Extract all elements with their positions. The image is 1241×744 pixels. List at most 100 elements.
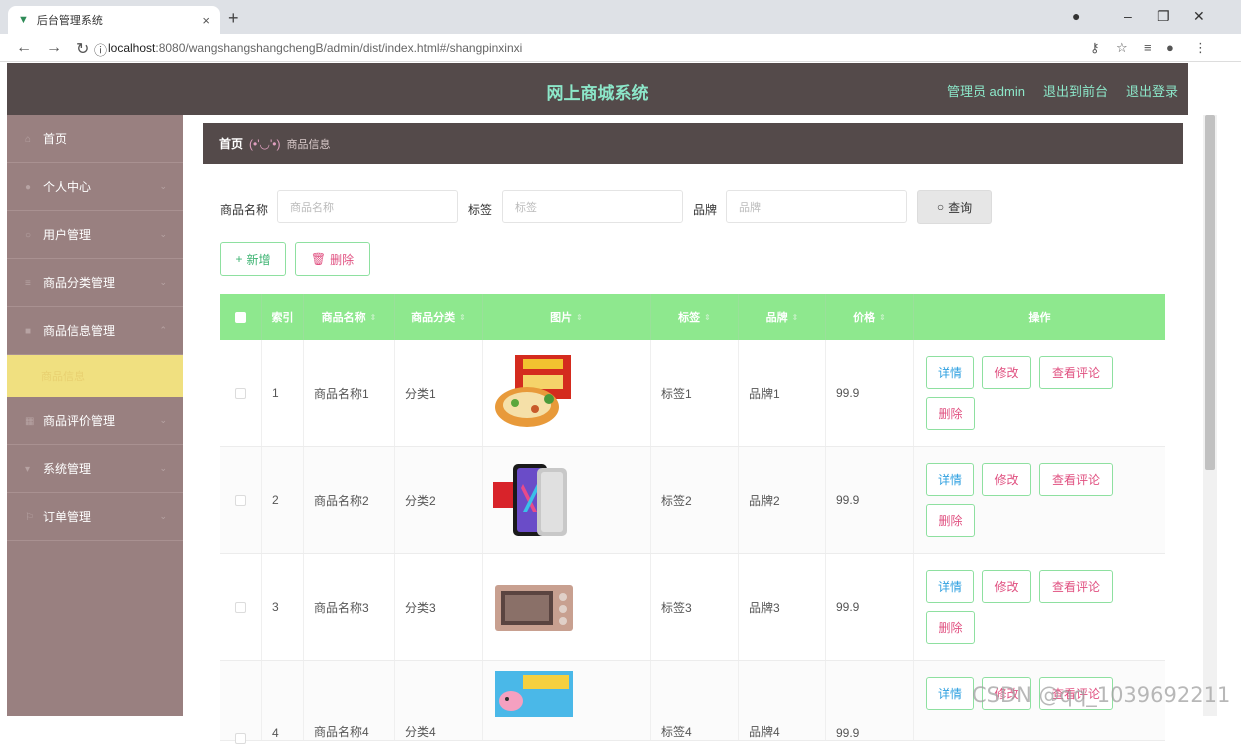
back-icon[interactable]: ← [16, 39, 32, 57]
col-label: 品牌 [765, 312, 788, 324]
query-button[interactable]: ○ 查询 [917, 190, 992, 224]
delete-button[interactable]: 🗑 删除 [295, 242, 370, 276]
col-category[interactable]: 商品分类 ⇕ [395, 294, 483, 340]
sort-icon[interactable]: ⇕ [370, 313, 377, 322]
price-cell: 99.9 [826, 447, 914, 553]
sidebar-subitem-product-info[interactable]: 商品信息 [7, 355, 183, 397]
sidebar-item-label: 订单管理 [43, 510, 92, 524]
star-icon[interactable]: ☆ [1116, 40, 1128, 56]
box-icon: ■ [25, 325, 32, 337]
sidebar-item-category[interactable]: ≡ 商品分类管理 ⌄ [7, 259, 183, 307]
sidebar-item-profile[interactable]: ● 个人中心 ⌄ [7, 163, 183, 211]
users-icon: ○ [25, 229, 32, 241]
info-icon[interactable]: ⓘ [94, 40, 107, 59]
reload-icon[interactable]: ↻ [76, 39, 89, 59]
close-tab-icon[interactable]: × [202, 13, 210, 28]
product-image-toy-box[interactable] [493, 667, 575, 717]
table-row[interactable]: 1 商品名称1 分类1 标签1 品牌1 99.9 详情 修改 查看评论 删除 [220, 340, 1165, 447]
col-label: 标签 [678, 312, 701, 324]
table-row[interactable]: 3 商品名称3 分类3 标签3 品牌3 99.9 详情 修改 查看评论 删除 [220, 554, 1165, 661]
row-checkbox[interactable] [235, 733, 246, 744]
row-checkbox[interactable] [235, 494, 246, 506]
tag-cell: 标签3 [651, 554, 739, 660]
sort-icon[interactable]: ⇕ [792, 313, 799, 322]
view-reviews-button[interactable]: 查看评论 [1039, 570, 1113, 603]
operations-group: 详情 修改 查看评论 删除 [914, 356, 1114, 430]
sort-icon[interactable]: ⇕ [704, 313, 711, 322]
category-cell: 分类2 [395, 447, 483, 553]
sidebar-item-product-info[interactable]: ■ 商品信息管理 ⌃ [7, 307, 183, 355]
sort-icon[interactable]: ⇕ [459, 313, 466, 322]
row-checkbox[interactable] [235, 387, 246, 399]
col-brand[interactable]: 品牌 ⇕ [739, 294, 826, 340]
key-icon[interactable]: ⚷ [1090, 40, 1100, 56]
row-select-cell [220, 447, 262, 553]
brand-input[interactable]: 品牌 [726, 190, 907, 223]
product-image-oven[interactable] [493, 577, 575, 637]
category-cell: 分类1 [395, 340, 483, 446]
row-delete-button[interactable]: 删除 [926, 611, 975, 644]
back-to-front-link[interactable]: 退出到前台 [1043, 81, 1108, 100]
product-name-input[interactable]: 商品名称 [277, 190, 458, 223]
price-cell: 99.9 [826, 340, 914, 446]
detail-button[interactable]: 详情 [926, 463, 974, 496]
detail-button[interactable]: 详情 [926, 570, 974, 603]
logout-link[interactable]: 退出登录 [1126, 81, 1178, 100]
forward-icon[interactable]: → [46, 39, 62, 57]
sort-icon[interactable]: ⇕ [879, 313, 886, 322]
row-delete-button[interactable]: 删除 [926, 397, 975, 430]
product-image-noodles[interactable] [493, 353, 575, 433]
sidebar-item-label: 商品分类管理 [43, 276, 116, 290]
edit-button[interactable]: 修改 [982, 356, 1031, 389]
sidebar-item-label: 首页 [43, 132, 68, 146]
profile-dot-icon[interactable]: ● [1072, 8, 1080, 24]
view-reviews-button[interactable]: 查看评论 [1039, 356, 1113, 389]
col-tag[interactable]: 标签 ⇕ [651, 294, 739, 340]
product-image-phone[interactable] [493, 460, 575, 540]
detail-button[interactable]: 详情 [926, 677, 974, 710]
header-links: 管理员 admin 退出到前台 退出登录 [947, 81, 1178, 100]
account-icon[interactable]: ● [1166, 40, 1174, 55]
col-image[interactable]: 图片 ⇕ [483, 294, 651, 340]
sidebar-item-reviews[interactable]: ▦ 商品评价管理 ⌄ [7, 397, 183, 445]
url-host: localhost [108, 41, 156, 55]
minimize-icon[interactable]: – [1124, 8, 1132, 24]
table-row[interactable]: 2 商品名称2 分类2 标签2 品牌2 99.9 详情 修改 查看评论 删除 [220, 447, 1165, 554]
edit-button[interactable]: 修改 [982, 570, 1031, 603]
sidebar-item-users[interactable]: ○ 用户管理 ⌄ [7, 211, 183, 259]
page-scrollbar[interactable] [1203, 115, 1217, 716]
brand-cell: 品牌4 [739, 661, 826, 740]
row-checkbox[interactable] [235, 601, 246, 613]
reading-list-icon[interactable]: ≡ [1144, 40, 1152, 55]
sidebar-item-home[interactable]: ⌂ 首页 [7, 115, 183, 163]
menu-icon[interactable]: ⋮ [1194, 40, 1207, 56]
select-all-checkbox[interactable] [235, 311, 246, 323]
close-window-icon[interactable]: ✕ [1193, 8, 1205, 25]
col-label: 图片 [550, 312, 573, 324]
home-icon: ⌂ [25, 133, 32, 145]
maximize-icon[interactable]: ❐ [1157, 8, 1170, 25]
new-tab-icon[interactable]: + [228, 8, 239, 29]
breadcrumb-home[interactable]: 首页 [219, 135, 243, 152]
detail-button[interactable]: 详情 [926, 356, 974, 389]
tag-input[interactable]: 标签 [502, 190, 683, 223]
col-index[interactable]: 索引 [262, 294, 304, 340]
view-reviews-button[interactable]: 查看评论 [1039, 463, 1113, 496]
add-button[interactable]: + 新增 [220, 242, 286, 276]
edit-button[interactable]: 修改 [982, 463, 1031, 496]
index-cell: 2 [262, 447, 304, 553]
browser-tab[interactable]: ▼ 后台管理系统 × [8, 6, 220, 34]
sidebar-item-system[interactable]: ▾ 系统管理 ⌄ [7, 445, 183, 493]
user-icon: ● [25, 181, 32, 193]
brand-cell: 品牌3 [739, 554, 826, 660]
sidebar-item-orders[interactable]: ⚐ 订单管理 ⌄ [7, 493, 183, 541]
index-cell: 1 [262, 340, 304, 446]
col-price[interactable]: 价格 ⇕ [826, 294, 914, 340]
row-delete-button[interactable]: 删除 [926, 504, 975, 537]
operations-cell: 详情 修改 查看评论 删除 [914, 447, 1165, 553]
url-field[interactable]: localhost:8080/wangshangshangchengB/admi… [108, 41, 522, 55]
sort-icon[interactable]: ⇕ [576, 313, 583, 322]
trash-icon: 🗑 [310, 252, 327, 266]
col-name[interactable]: 商品名称 ⇕ [304, 294, 395, 340]
scrollbar-thumb[interactable] [1205, 115, 1215, 470]
